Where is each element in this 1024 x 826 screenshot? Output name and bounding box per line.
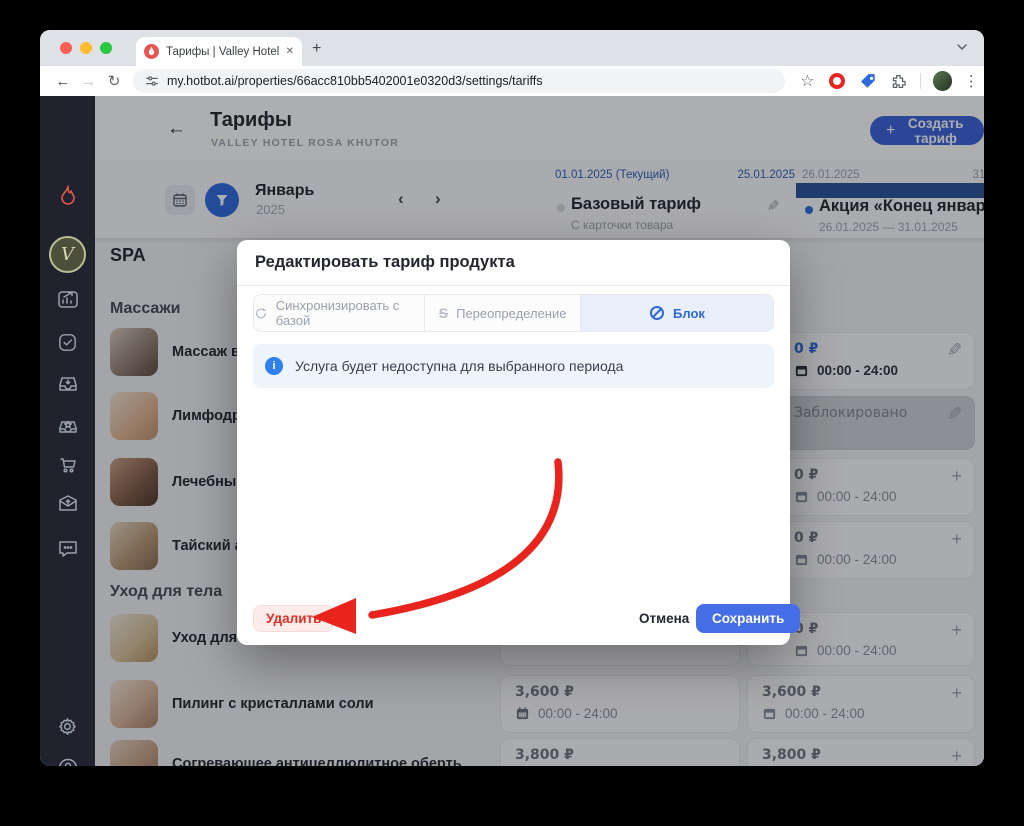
tab-override[interactable]: S Переопределение xyxy=(425,295,581,331)
browser-tab[interactable]: Тарифы | Valley Hotel Rosa K ✕ xyxy=(136,37,302,66)
analytics-icon[interactable] xyxy=(40,282,95,316)
close-tab-icon[interactable]: ✕ xyxy=(286,46,294,57)
info-icon: i xyxy=(265,357,283,375)
mac-zoom-button[interactable] xyxy=(100,42,112,54)
mode-tabs: Синхронизировать с базой S Переопределен… xyxy=(253,294,774,332)
hotbot-flame-logo-icon xyxy=(40,179,95,213)
browser-back-icon[interactable]: ← xyxy=(50,73,76,90)
browser-forward-icon[interactable]: → xyxy=(76,73,102,90)
chat-icon[interactable] xyxy=(40,531,95,565)
tab-block[interactable]: Блок xyxy=(580,295,773,331)
mac-close-button[interactable] xyxy=(60,42,72,54)
info-text: Услуга будет недоступна для выбранного п… xyxy=(295,358,624,374)
tab-title: Тарифы | Valley Hotel Rosa K xyxy=(166,45,279,58)
url-text: my.hotbot.ai/properties/66acc810bb540200… xyxy=(166,74,543,88)
mail-upload-icon[interactable] xyxy=(40,487,95,521)
address-bar[interactable]: my.hotbot.ai/properties/66acc810bb540200… xyxy=(132,69,785,93)
browser-menu-icon[interactable]: ⋮ xyxy=(958,72,984,90)
tab-search-chevron-icon[interactable] xyxy=(956,40,968,58)
modal-title: Редактировать тариф продукта xyxy=(237,240,790,286)
toolbar-divider xyxy=(919,73,921,89)
save-button[interactable]: Сохранить xyxy=(696,604,801,633)
override-icon: S xyxy=(438,305,449,321)
mac-minimize-button[interactable] xyxy=(80,42,92,54)
browser-tabstrip: Тарифы | Valley Hotel Rosa K ✕ + xyxy=(40,30,984,66)
sync-icon xyxy=(255,307,267,318)
site-favicon-icon xyxy=(144,44,159,59)
property-avatar[interactable]: V xyxy=(49,236,86,273)
delete-button[interactable]: Удалить xyxy=(253,605,335,632)
screenshot-canvas: Тарифы | Valley Hotel Rosa K ✕ + ← → ↻ m… xyxy=(0,0,1024,826)
block-icon xyxy=(650,306,665,320)
profile-icon[interactable] xyxy=(40,751,95,766)
site-info-icon[interactable] xyxy=(145,74,159,88)
info-banner: i Услуга будет недоступна для выбранного… xyxy=(253,344,774,388)
profile-avatar[interactable] xyxy=(932,71,953,91)
cart-icon[interactable] xyxy=(40,448,95,482)
inbox-download-icon[interactable] xyxy=(40,367,95,401)
extension-tag-icon[interactable] xyxy=(860,73,877,90)
browser-toolbar: ← → ↻ my.hotbot.ai/properties/66acc810bb… xyxy=(40,66,984,96)
tasks-check-icon[interactable] xyxy=(40,325,95,359)
browser-window: Тарифы | Valley Hotel Rosa K ✕ + ← → ↻ m… xyxy=(40,30,984,766)
browser-reload-icon[interactable]: ↻ xyxy=(101,72,127,90)
app-sidebar: V xyxy=(40,96,95,766)
bookmark-star-icon[interactable]: ☆ xyxy=(795,71,821,91)
edit-tariff-modal: Редактировать тариф продукта Синхронизир… xyxy=(237,240,801,645)
new-tab-button[interactable]: + xyxy=(312,40,321,58)
extension-opera-icon[interactable] xyxy=(829,73,846,89)
loyalty-star-tray-icon[interactable] xyxy=(40,409,95,443)
cancel-button[interactable]: Отмена xyxy=(625,604,704,633)
settings-gear-icon[interactable] xyxy=(40,709,95,743)
tab-sync-with-base[interactable]: Синхронизировать с базой xyxy=(254,295,426,331)
extensions-puzzle-icon[interactable] xyxy=(890,73,907,90)
